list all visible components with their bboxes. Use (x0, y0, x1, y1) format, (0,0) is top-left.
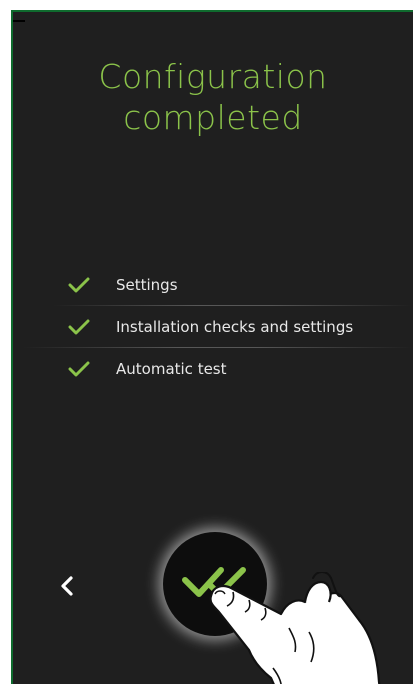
list-item: Installation checks and settings (13, 306, 413, 348)
title-line-1: Configuration (98, 57, 328, 96)
title-line-2: completed (123, 98, 303, 138)
device-screen: Configuration completed Settings Install… (11, 10, 413, 684)
back-button[interactable] (51, 568, 83, 604)
checkmark-icon (68, 277, 90, 293)
list-item-label: Installation checks and settings (116, 318, 354, 336)
list-item-label: Automatic test (116, 360, 227, 378)
checklist: Settings Installation checks and setting… (13, 264, 413, 390)
confirm-button[interactable] (163, 532, 267, 636)
chevron-left-icon (61, 576, 73, 596)
page-title: Configuration completed (13, 56, 413, 139)
checkmark-icon (68, 319, 90, 335)
list-item: Automatic test (13, 348, 413, 390)
list-item-label: Settings (116, 276, 178, 294)
checkmark-icon (68, 361, 90, 377)
list-item: Settings (13, 264, 413, 306)
frame-corner (13, 12, 25, 22)
double-checkmark-icon (182, 567, 246, 597)
